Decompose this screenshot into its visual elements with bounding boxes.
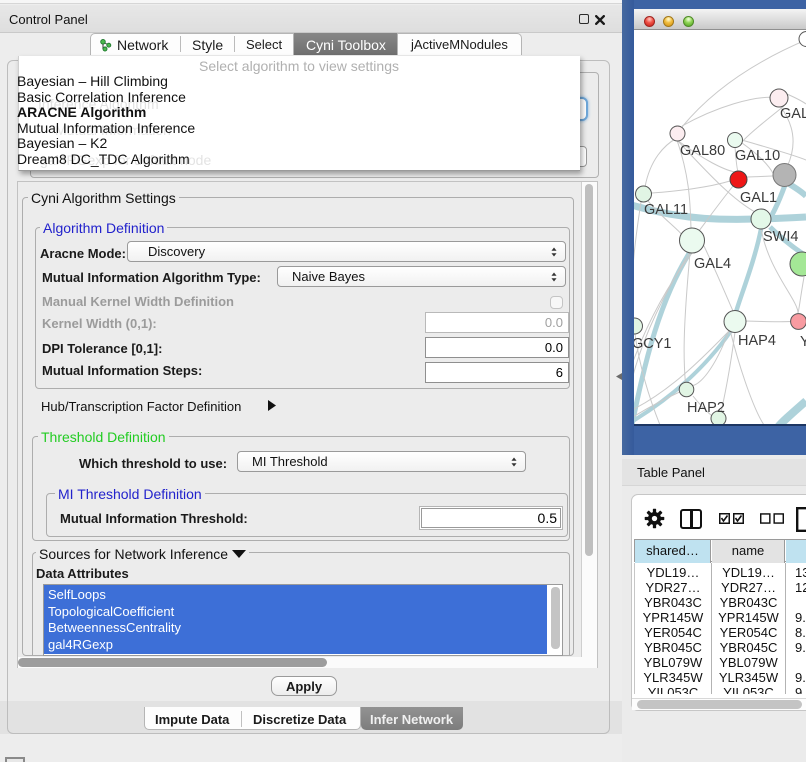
svg-text:Y: Y [800, 334, 806, 350]
svg-text:SWI4: SWI4 [763, 229, 798, 245]
svg-text:GAL1: GAL1 [740, 190, 777, 206]
svg-text:GAL80: GAL80 [680, 143, 725, 159]
svg-text:GAL11: GAL11 [644, 202, 688, 218]
svg-text:GCY1: GCY1 [634, 336, 672, 352]
svg-text:GAL10: GAL10 [735, 148, 780, 164]
svg-text:GAL4: GAL4 [694, 256, 731, 272]
svg-text:GAL: GAL [780, 106, 806, 122]
svg-text:HAP2: HAP2 [687, 400, 725, 416]
svg-text:HAP4: HAP4 [738, 333, 776, 349]
